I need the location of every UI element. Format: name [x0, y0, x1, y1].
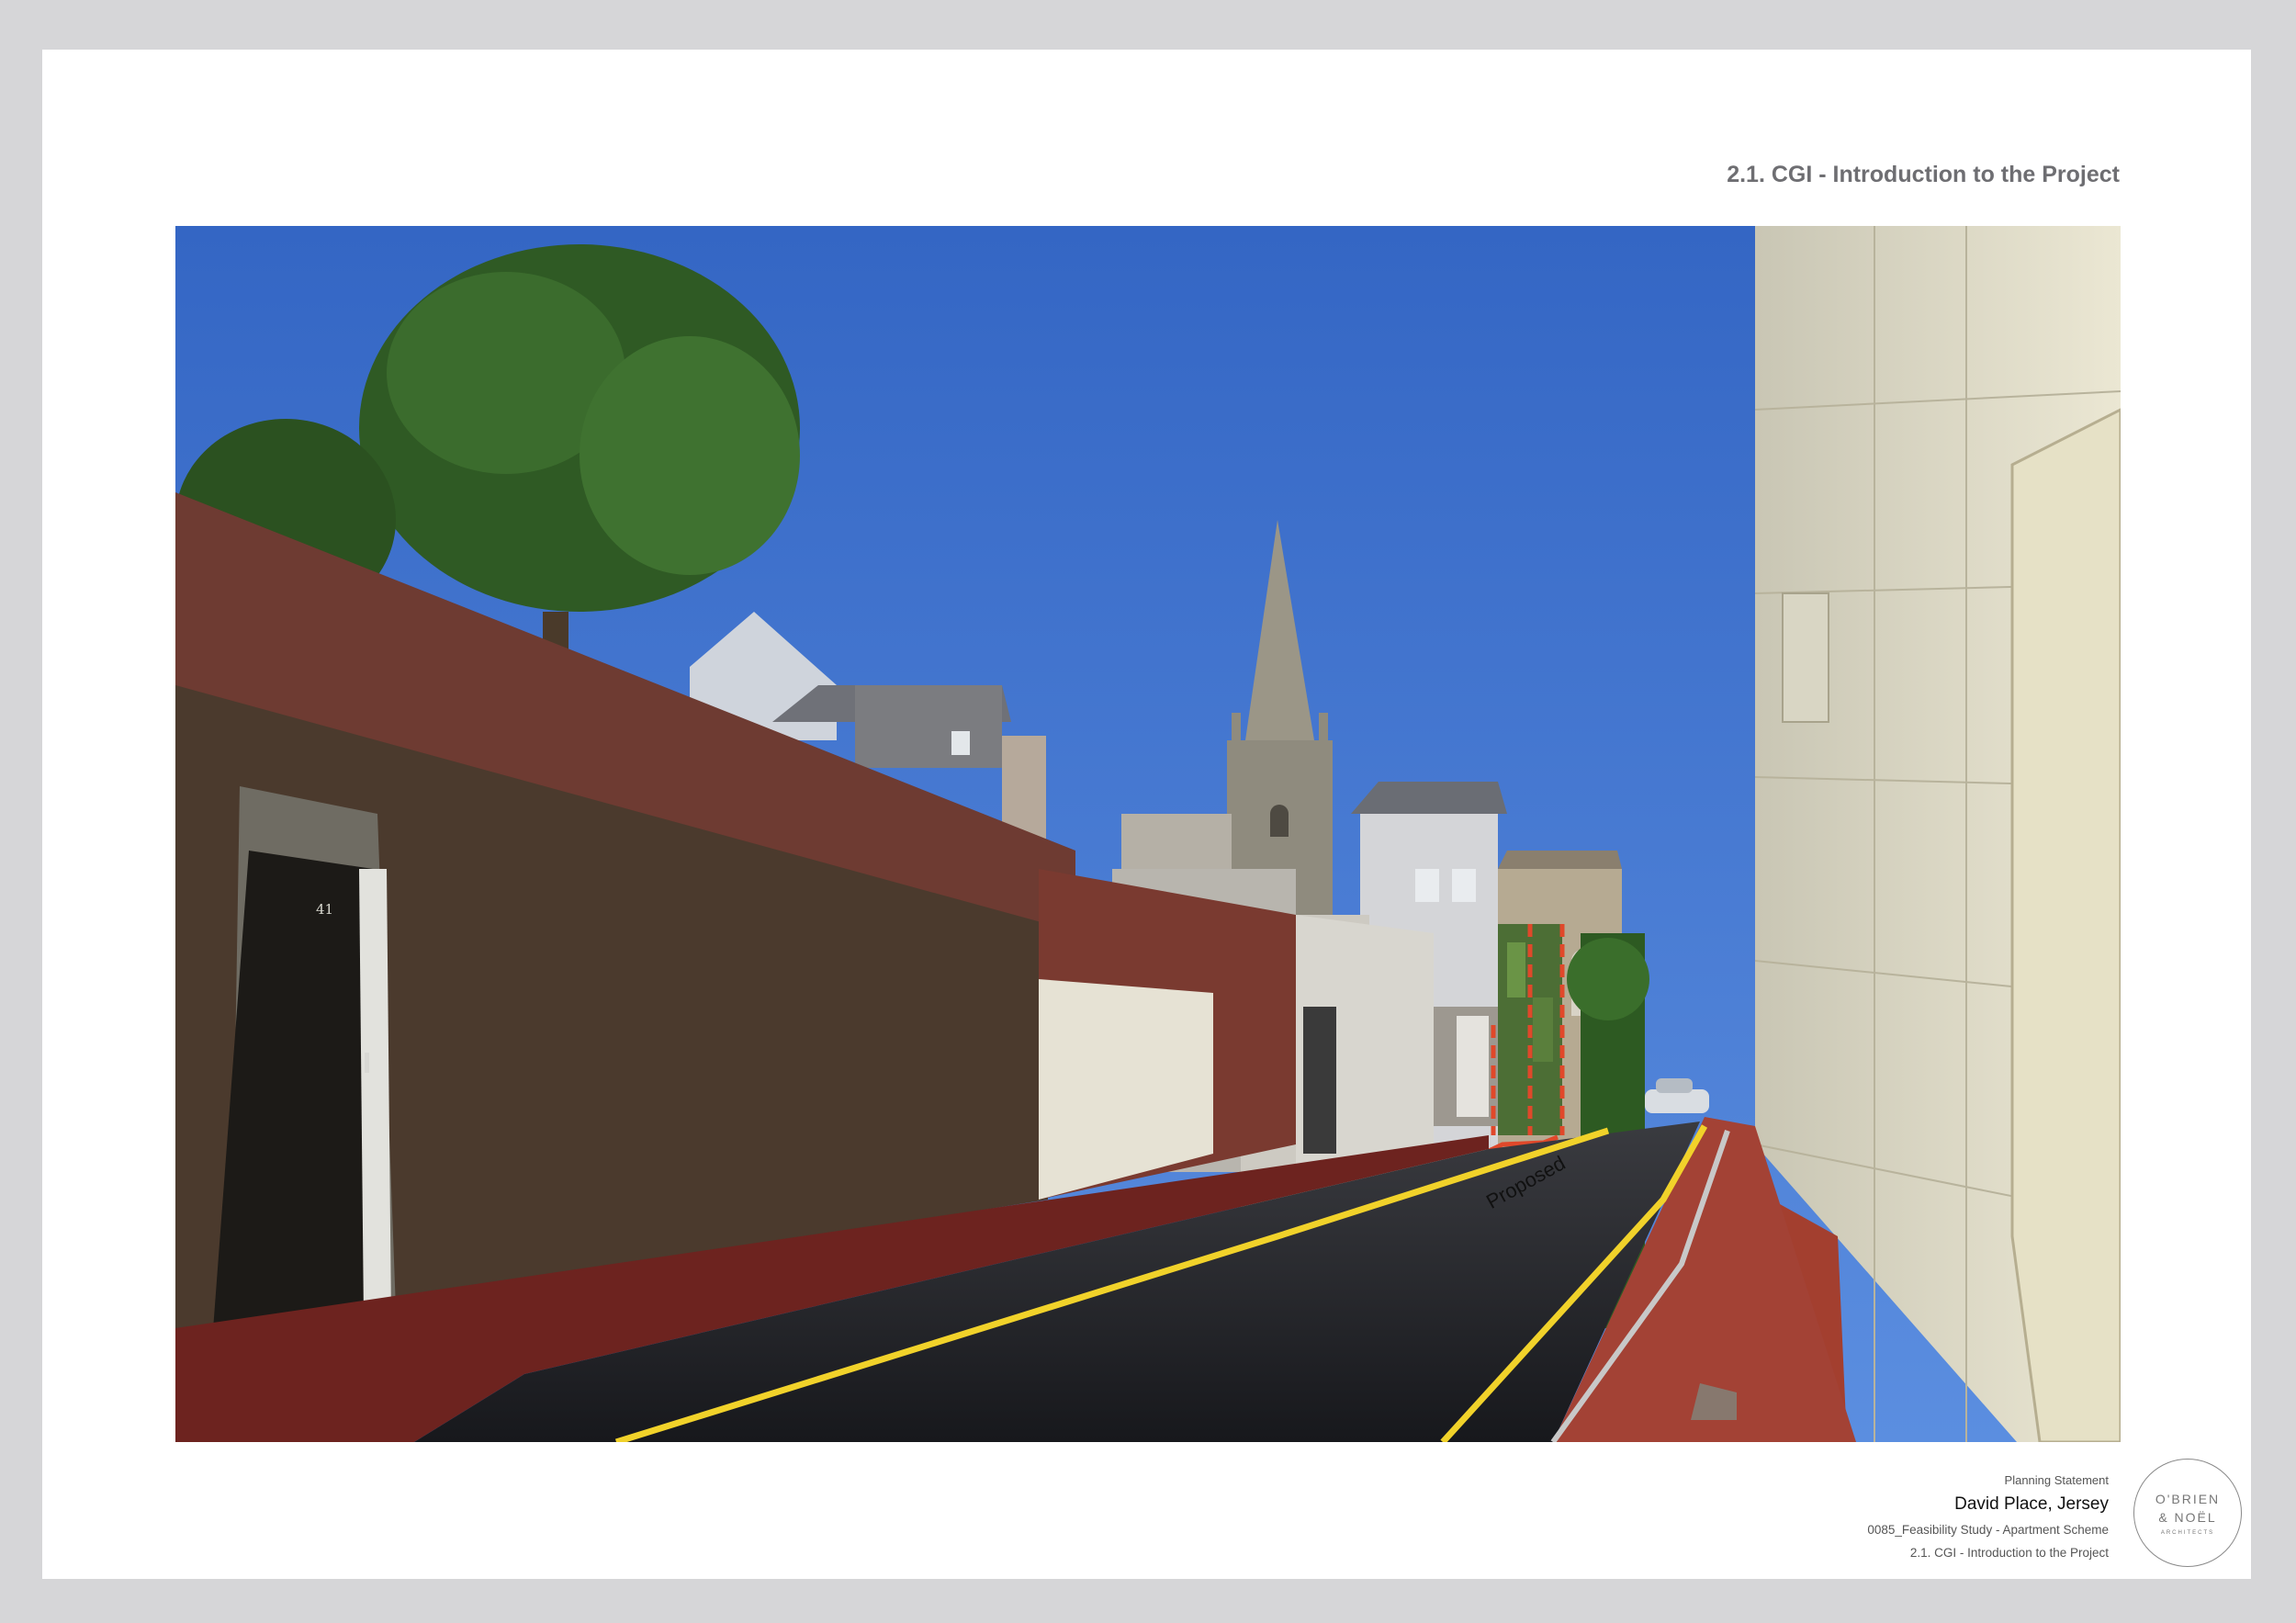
- title-block: Planning Statement David Place, Jersey 0…: [1867, 1473, 2109, 1560]
- logo-line-3: ARCHITECTS: [2160, 1530, 2215, 1536]
- document-type: Planning Statement: [2004, 1473, 2109, 1487]
- page-title: 2.1. CGI - Introduction to the Project: [1727, 162, 2120, 187]
- sheet-title: 2.1. CGI - Introduction to the Project: [1909, 1546, 2109, 1560]
- project-name: David Place, Jersey: [1954, 1494, 2109, 1514]
- document-sheet: 2.1. CGI - Introduction to the Project 4…: [42, 50, 2251, 1579]
- door-number: 41: [316, 901, 334, 918]
- logo-line-2: & NOËL: [2158, 1510, 2217, 1525]
- logo-line-1: O'BRIEN: [2155, 1492, 2221, 1506]
- proposed-green-wall: [1485, 924, 1565, 1155]
- cgi-street-photo: [175, 226, 2121, 1442]
- street-scene-illustration: [175, 226, 2121, 1442]
- obrien-noel-logo: O'BRIEN & NOËL ARCHITECTS: [2133, 1459, 2242, 1567]
- scheme-name: 0085_Feasibility Study - Apartment Schem…: [1867, 1523, 2109, 1537]
